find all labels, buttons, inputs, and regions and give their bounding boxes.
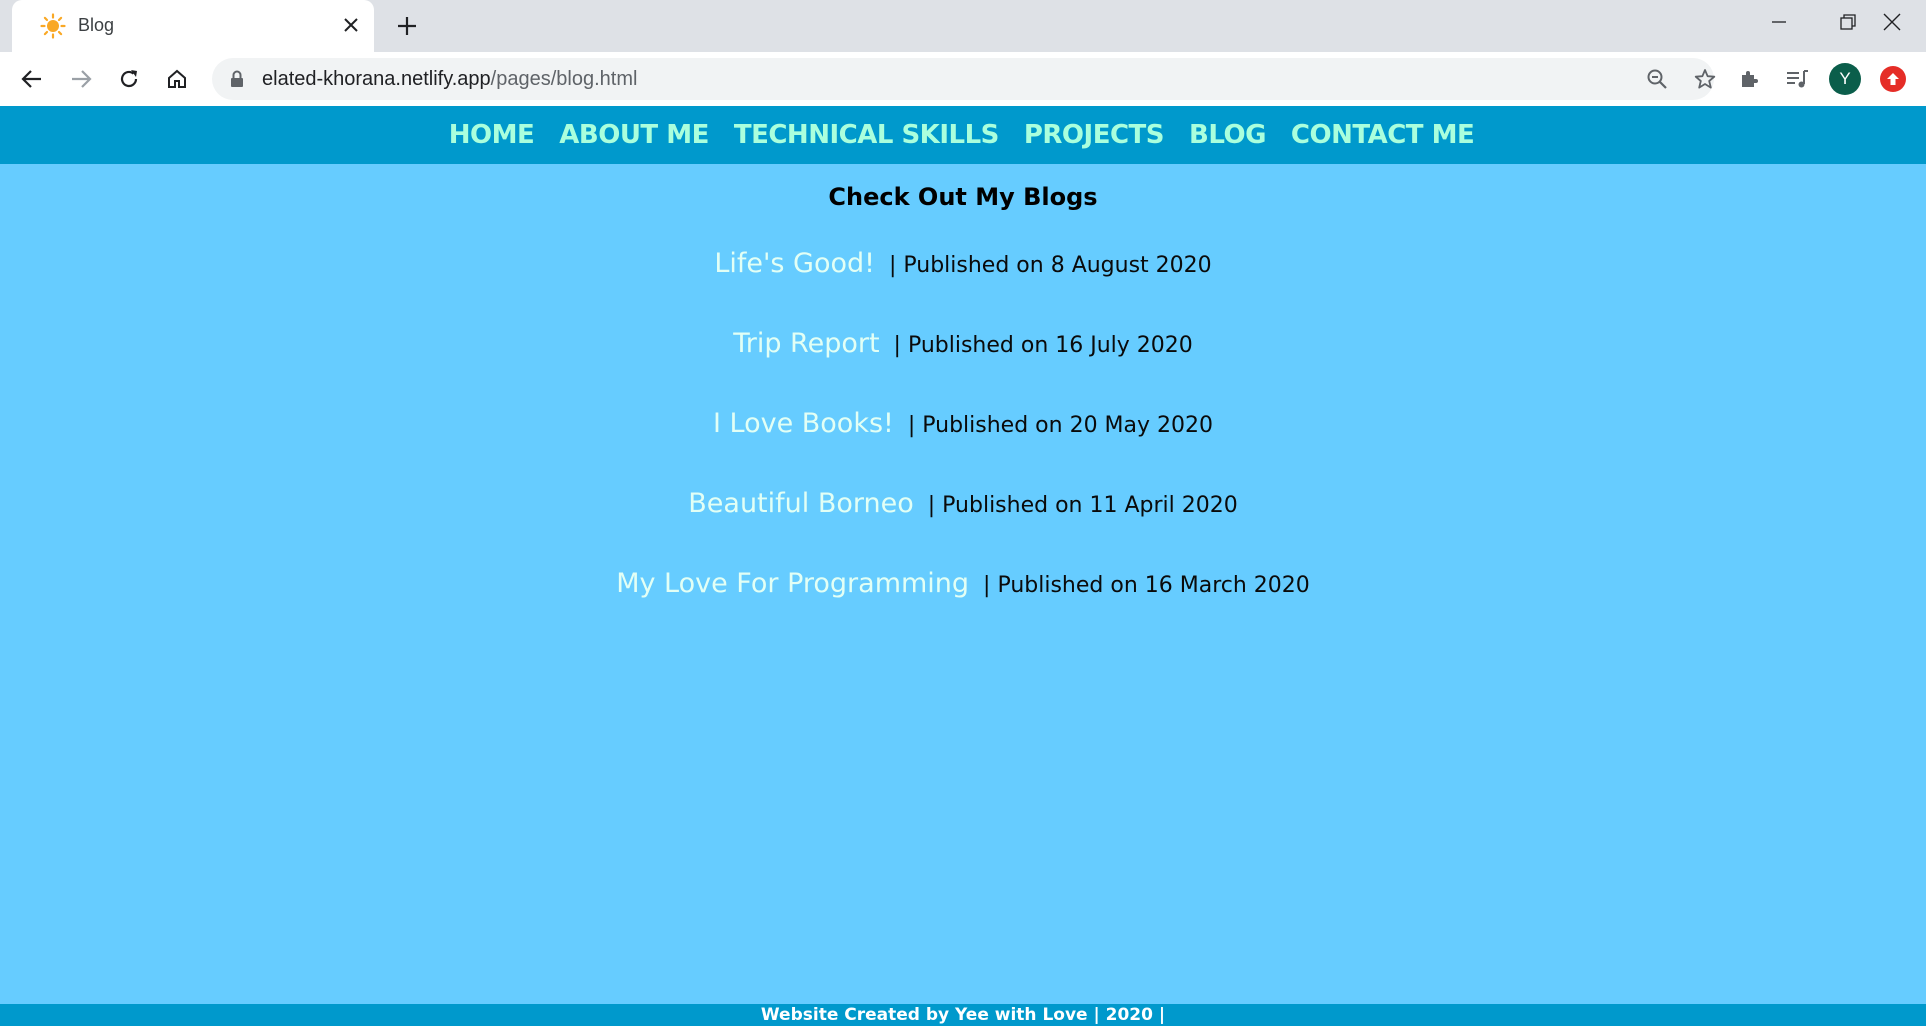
nav-skills-link[interactable]: TECHNICAL SKILLS — [734, 120, 1000, 150]
nav-about-link[interactable]: ABOUT ME — [559, 120, 709, 150]
blog-post-item: Beautiful Borneo | Published on 11 April… — [0, 488, 1926, 568]
blog-post-date: | Published on 16 March 2020 — [983, 573, 1310, 598]
blog-post-date: | Published on 20 May 2020 — [907, 413, 1214, 438]
home-icon[interactable] — [160, 62, 194, 96]
site-footer: Website Created by Yee with Love | 2020 … — [0, 1004, 1926, 1026]
sun-icon — [40, 13, 66, 39]
back-icon[interactable] — [15, 62, 49, 96]
zoom-icon[interactable] — [1640, 62, 1674, 96]
blog-post-item: Life's Good! | Published on 8 August 202… — [0, 248, 1926, 328]
blog-post-link[interactable]: Trip Report — [733, 328, 879, 359]
profile-avatar[interactable]: Y — [1829, 63, 1861, 95]
browser-toolbar: elated-khorana.netlify.app/pages/blog.ht… — [0, 52, 1926, 106]
blog-post-link[interactable]: Beautiful Borneo — [688, 488, 914, 519]
tab-title: Blog — [78, 15, 115, 35]
blog-post-date: | Published on 8 August 2020 — [888, 253, 1212, 278]
new-tab-icon[interactable] — [392, 11, 422, 41]
page-title: Check Out My Blogs — [828, 183, 1098, 211]
blog-post-date: | Published on 16 July 2020 — [893, 333, 1193, 358]
blog-post-link[interactable]: Life's Good! — [714, 248, 875, 279]
extensions-icon[interactable] — [1732, 62, 1766, 96]
url-text: elated-khorana.netlify.app/pages/blog.ht… — [262, 68, 637, 91]
blog-post-item: My Love For Programming | Published on 1… — [0, 568, 1926, 648]
nav-blog-link[interactable]: BLOG — [1189, 120, 1266, 150]
blog-post-link[interactable]: My Love For Programming — [616, 568, 969, 599]
media-queue-icon[interactable] — [1780, 62, 1814, 96]
update-icon[interactable] — [1880, 66, 1906, 92]
blog-post-item: Trip Report | Published on 16 July 2020 — [0, 328, 1926, 408]
url-domain: elated-khorana.netlify.app — [262, 68, 491, 90]
bookmark-star-icon[interactable] — [1688, 62, 1722, 96]
nav-home-link[interactable]: HOME — [449, 120, 535, 150]
site-nav: HOME ABOUT ME TECHNICAL SKILLS PROJECTS … — [0, 106, 1926, 164]
blog-post-link[interactable]: I Love Books! — [713, 408, 894, 439]
blog-post-item: I Love Books! | Published on 20 May 2020 — [0, 408, 1926, 488]
browser-tab[interactable]: Blog — [12, 0, 374, 52]
lock-icon[interactable] — [230, 70, 244, 93]
forward-icon[interactable] — [64, 62, 98, 96]
close-window-icon[interactable] — [1858, 0, 1926, 44]
nav-projects-link[interactable]: PROJECTS — [1024, 120, 1165, 150]
address-bar[interactable]: elated-khorana.netlify.app/pages/blog.ht… — [212, 58, 1716, 100]
close-tab-icon[interactable] — [338, 12, 364, 38]
browser-tabstrip: Blog — [0, 0, 1926, 52]
blog-post-date: | Published on 11 April 2020 — [927, 493, 1238, 518]
minimize-icon[interactable] — [1745, 0, 1813, 44]
blog-list: Life's Good! | Published on 8 August 202… — [0, 248, 1926, 648]
url-path: /pages/blog.html — [490, 68, 638, 90]
reload-icon[interactable] — [112, 62, 146, 96]
nav-contact-link[interactable]: CONTACT ME — [1291, 120, 1475, 150]
